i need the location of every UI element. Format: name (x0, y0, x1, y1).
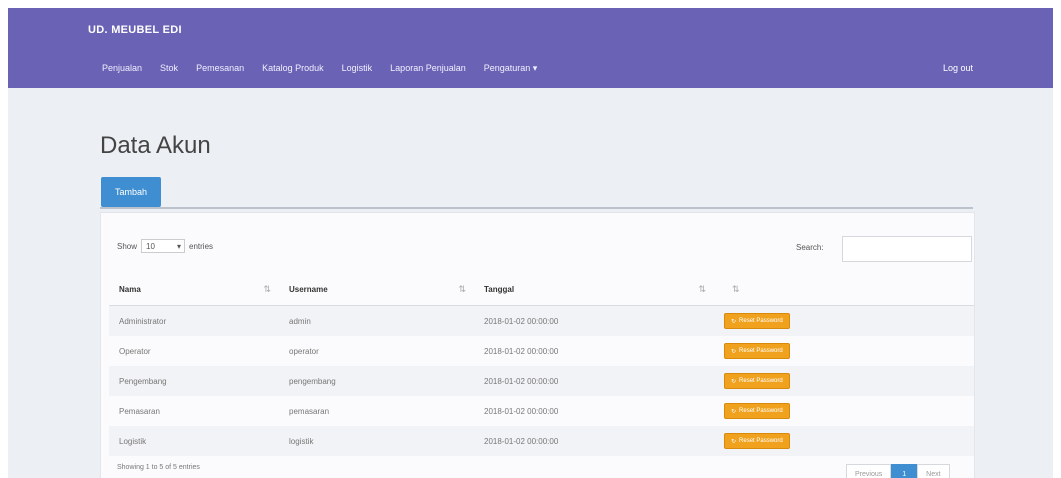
cell-action: ↻ Reset Password (714, 336, 974, 366)
accounts-table: Nama ⇅ Username ⇅ Tanggal ⇅ ⇅ Administrator… (109, 273, 974, 456)
brand-title[interactable]: UD. MEUBEL EDI (88, 24, 182, 36)
previous-page-button[interactable]: Previous (846, 464, 892, 478)
refresh-icon: ↻ (731, 408, 737, 415)
table-row: Logistik logistik 2018-01-02 00:00:00 ↻ R… (109, 426, 974, 456)
nav-item-laporan-penjualan[interactable]: Laporan Penjualan (390, 63, 466, 74)
sort-icon: ⇅ (732, 284, 740, 294)
cell-username: operator (289, 346, 319, 356)
nav-menu: Penjualan Stok Pemesanan Katalog Produk … (102, 63, 555, 74)
reset-password-button[interactable]: ↻ Reset Password (724, 313, 790, 329)
entries-label: entries (189, 241, 214, 251)
table-row: Pemasaran pemasaran 2018-01-02 00:00:00 … (109, 396, 974, 426)
refresh-icon: ↻ (731, 438, 737, 445)
reset-password-button[interactable]: ↻ Reset Password (724, 373, 790, 389)
cell-username: pemasaran (289, 406, 330, 416)
pagination: Previous 1 Next (846, 464, 950, 478)
cell-username: logistik (279, 426, 474, 456)
search-label: Search: (796, 243, 824, 252)
nav-item-pengaturan-dropdown[interactable]: Pengaturan ▾ (484, 63, 538, 74)
cell-action: ↻ Reset Password (714, 426, 974, 456)
entries-select[interactable]: 10 ▾ (141, 239, 186, 253)
table-row: Operator operator 2018-01-02 00:00:00 ↻ R… (109, 336, 974, 366)
search-input[interactable] (842, 236, 972, 262)
cell-tanggal: 2018-01-02 00:00:00 (474, 366, 714, 396)
entries-select-value: 10 (146, 241, 155, 251)
cell-nama: Pengembang (109, 366, 279, 396)
refresh-icon: ↻ (731, 348, 737, 355)
cell-tanggal: 2018-01-02 00:00:00 (474, 426, 714, 456)
cell-tanggal: 2018-01-02 00:00:00 (484, 346, 559, 356)
chevron-down-icon: ▾ (177, 241, 182, 251)
sort-icon: ⇅ (698, 284, 706, 294)
reset-password-button[interactable]: ↻ Reset Password (724, 343, 790, 359)
cell-nama: Administrator (109, 305, 279, 336)
toolbar: Tambah (100, 177, 973, 209)
sort-icon: ⇅ (263, 284, 271, 294)
nav-item-logistik[interactable]: Logistik (342, 63, 373, 74)
cell-action: ↻ Reset Password (714, 305, 974, 336)
sort-icon: ⇅ (458, 284, 466, 294)
cell-action: ↻ Reset Password (714, 366, 974, 396)
app-frame: UD. MEUBEL EDI Penjualan Stok Pemesanan … (8, 8, 1053, 478)
table-row: Administrator admin 2018-01-02 00:00:00 … (109, 305, 974, 336)
next-page-button[interactable]: Next (917, 464, 950, 478)
cell-username: admin (279, 305, 474, 336)
cell-tanggal: 2018-01-02 00:00:00 (484, 406, 559, 416)
logout-link[interactable]: Log out (943, 63, 973, 73)
cell-nama: Operator (119, 346, 151, 356)
page-1-button[interactable]: 1 (891, 464, 918, 478)
column-header-nama[interactable]: Nama ⇅ (109, 273, 279, 306)
reset-password-button[interactable]: ↻ Reset Password (724, 403, 790, 419)
add-button[interactable]: Tambah (101, 177, 161, 207)
page-title: Data Akun (100, 132, 211, 160)
cell-nama: Logistik (109, 426, 279, 456)
cell-action: ↻ Reset Password (714, 396, 974, 426)
nav-item-stok[interactable]: Stok (160, 63, 178, 74)
entries-length-control: Show 10 ▾ entries (117, 239, 213, 253)
cell-username: pengembang (279, 366, 474, 396)
show-label: Show (117, 241, 138, 251)
refresh-icon: ↻ (731, 378, 737, 385)
refresh-icon: ↻ (731, 318, 737, 325)
table-info: Showing 1 to 5 of 5 entries (117, 464, 200, 471)
table-panel: Show 10 ▾ entries Search: Nama ⇅ Username… (100, 212, 975, 478)
reset-password-button[interactable]: ↻ Reset Password (724, 433, 790, 449)
nav-item-katalog-produk[interactable]: Katalog Produk (262, 63, 324, 74)
table-row: Pengembang pengembang 2018-01-02 00:00:0… (109, 366, 974, 396)
column-header-tanggal[interactable]: Tanggal ⇅ (474, 273, 714, 306)
cell-nama: Pemasaran (119, 406, 160, 416)
cell-tanggal: 2018-01-02 00:00:00 (474, 305, 714, 336)
column-header-username[interactable]: Username ⇅ (279, 273, 474, 306)
nav-item-penjualan[interactable]: Penjualan (102, 63, 142, 74)
table-header-row: Nama ⇅ Username ⇅ Tanggal ⇅ ⇅ (109, 273, 974, 306)
navbar: UD. MEUBEL EDI Penjualan Stok Pemesanan … (8, 8, 1053, 88)
nav-item-pemesanan[interactable]: Pemesanan (196, 63, 244, 74)
column-header-action[interactable]: ⇅ (714, 273, 974, 306)
